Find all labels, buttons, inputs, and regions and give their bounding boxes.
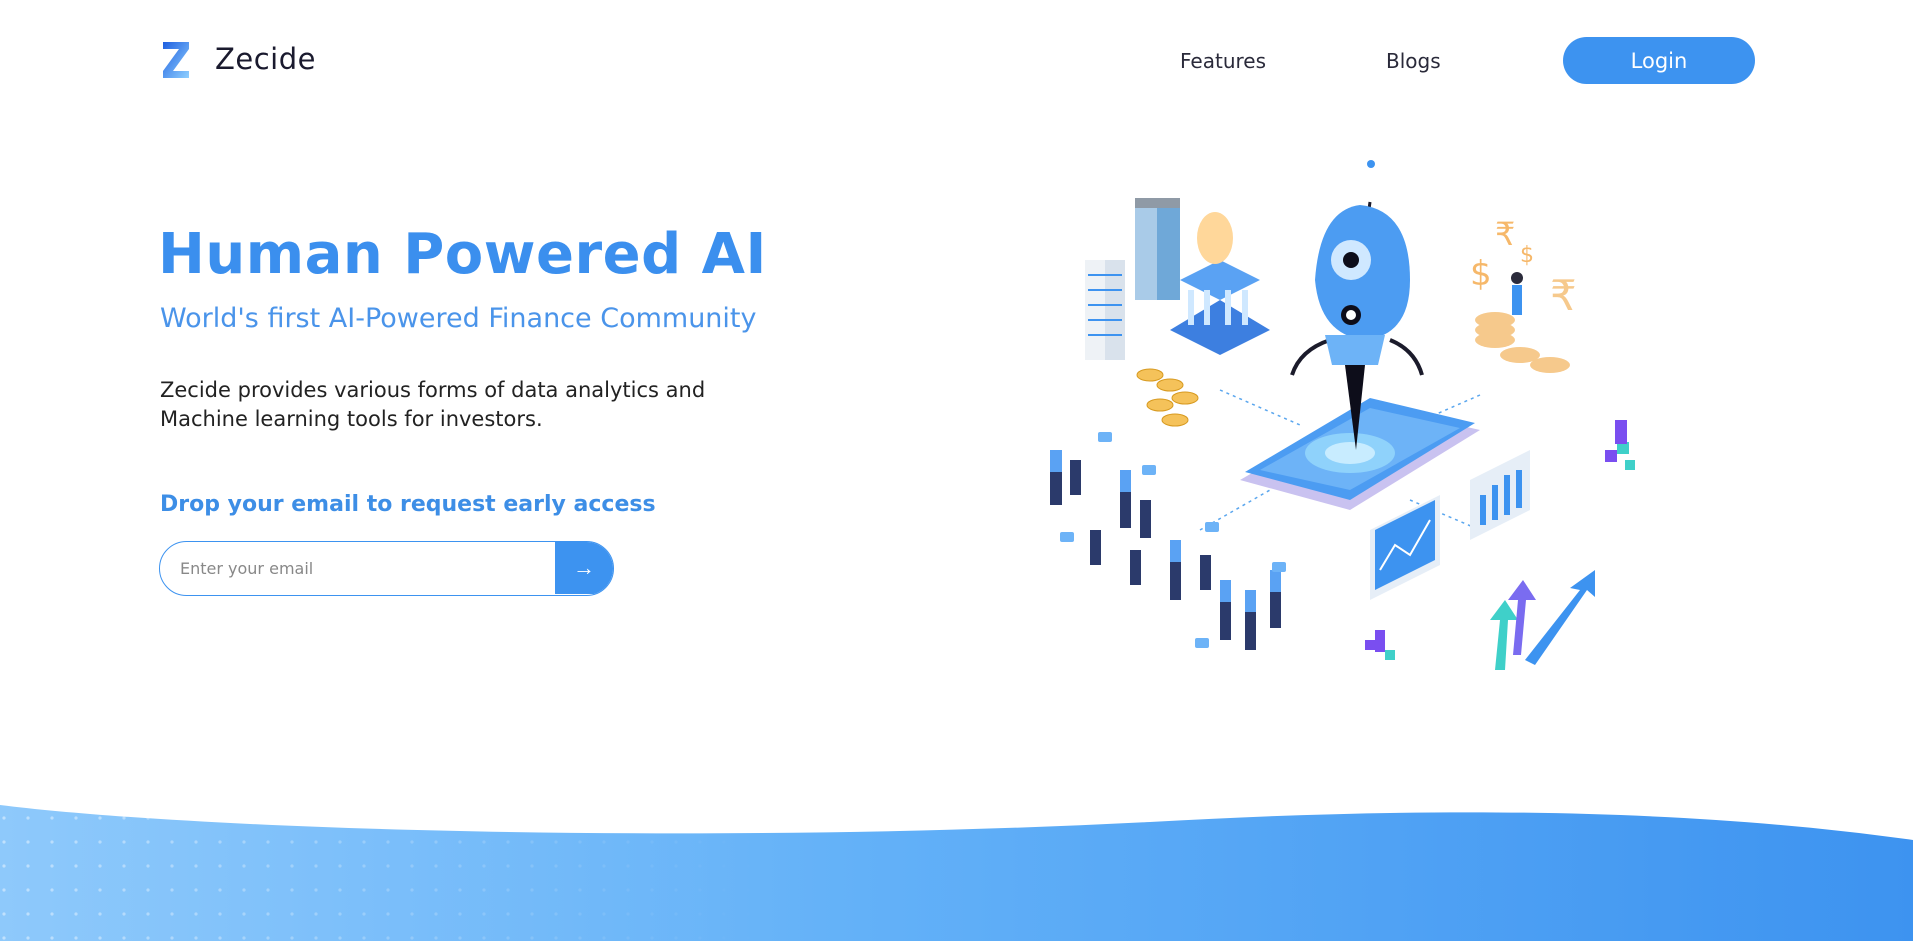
- svg-text:$: $: [1470, 254, 1492, 294]
- top-navbar: Zecide Features Blogs Login: [0, 0, 1913, 120]
- svg-text:₹: ₹: [1550, 271, 1577, 320]
- buildings-icon: [1085, 198, 1180, 360]
- svg-text:₹: ₹: [1495, 215, 1515, 253]
- brand-name[interactable]: Zecide: [215, 42, 316, 76]
- early-access-label: Drop your email to request early access: [160, 492, 656, 517]
- phone-platform-icon: [1240, 398, 1480, 510]
- people-crowd-icon: [1050, 432, 1286, 650]
- arrow-right-icon: →: [573, 555, 595, 580]
- submit-email-button[interactable]: →: [555, 542, 613, 594]
- nav-link-blogs[interactable]: Blogs: [1386, 49, 1441, 73]
- coins-icon: [1136, 368, 1199, 427]
- nav-link-features[interactable]: Features: [1180, 49, 1266, 73]
- footer-wave: [0, 805, 1913, 941]
- email-input[interactable]: [160, 542, 555, 594]
- login-button[interactable]: Login: [1563, 37, 1755, 84]
- z-logo-icon[interactable]: [160, 40, 192, 80]
- currency-icon: ₹ $ $ ₹: [1470, 215, 1577, 373]
- hero-subtitle: World's first AI-Powered Finance Communi…: [160, 303, 757, 334]
- svg-text:$: $: [1520, 243, 1534, 268]
- hero-description: Zecide provides various forms of data an…: [160, 378, 706, 431]
- growth-arrows-icon: [1490, 570, 1595, 670]
- hero-illustration: ₹ $ $ ₹: [1050, 160, 1635, 670]
- email-signup-form: →: [159, 541, 614, 596]
- bank-icon: [1170, 212, 1270, 355]
- hero-title: Human Powered AI: [158, 222, 767, 287]
